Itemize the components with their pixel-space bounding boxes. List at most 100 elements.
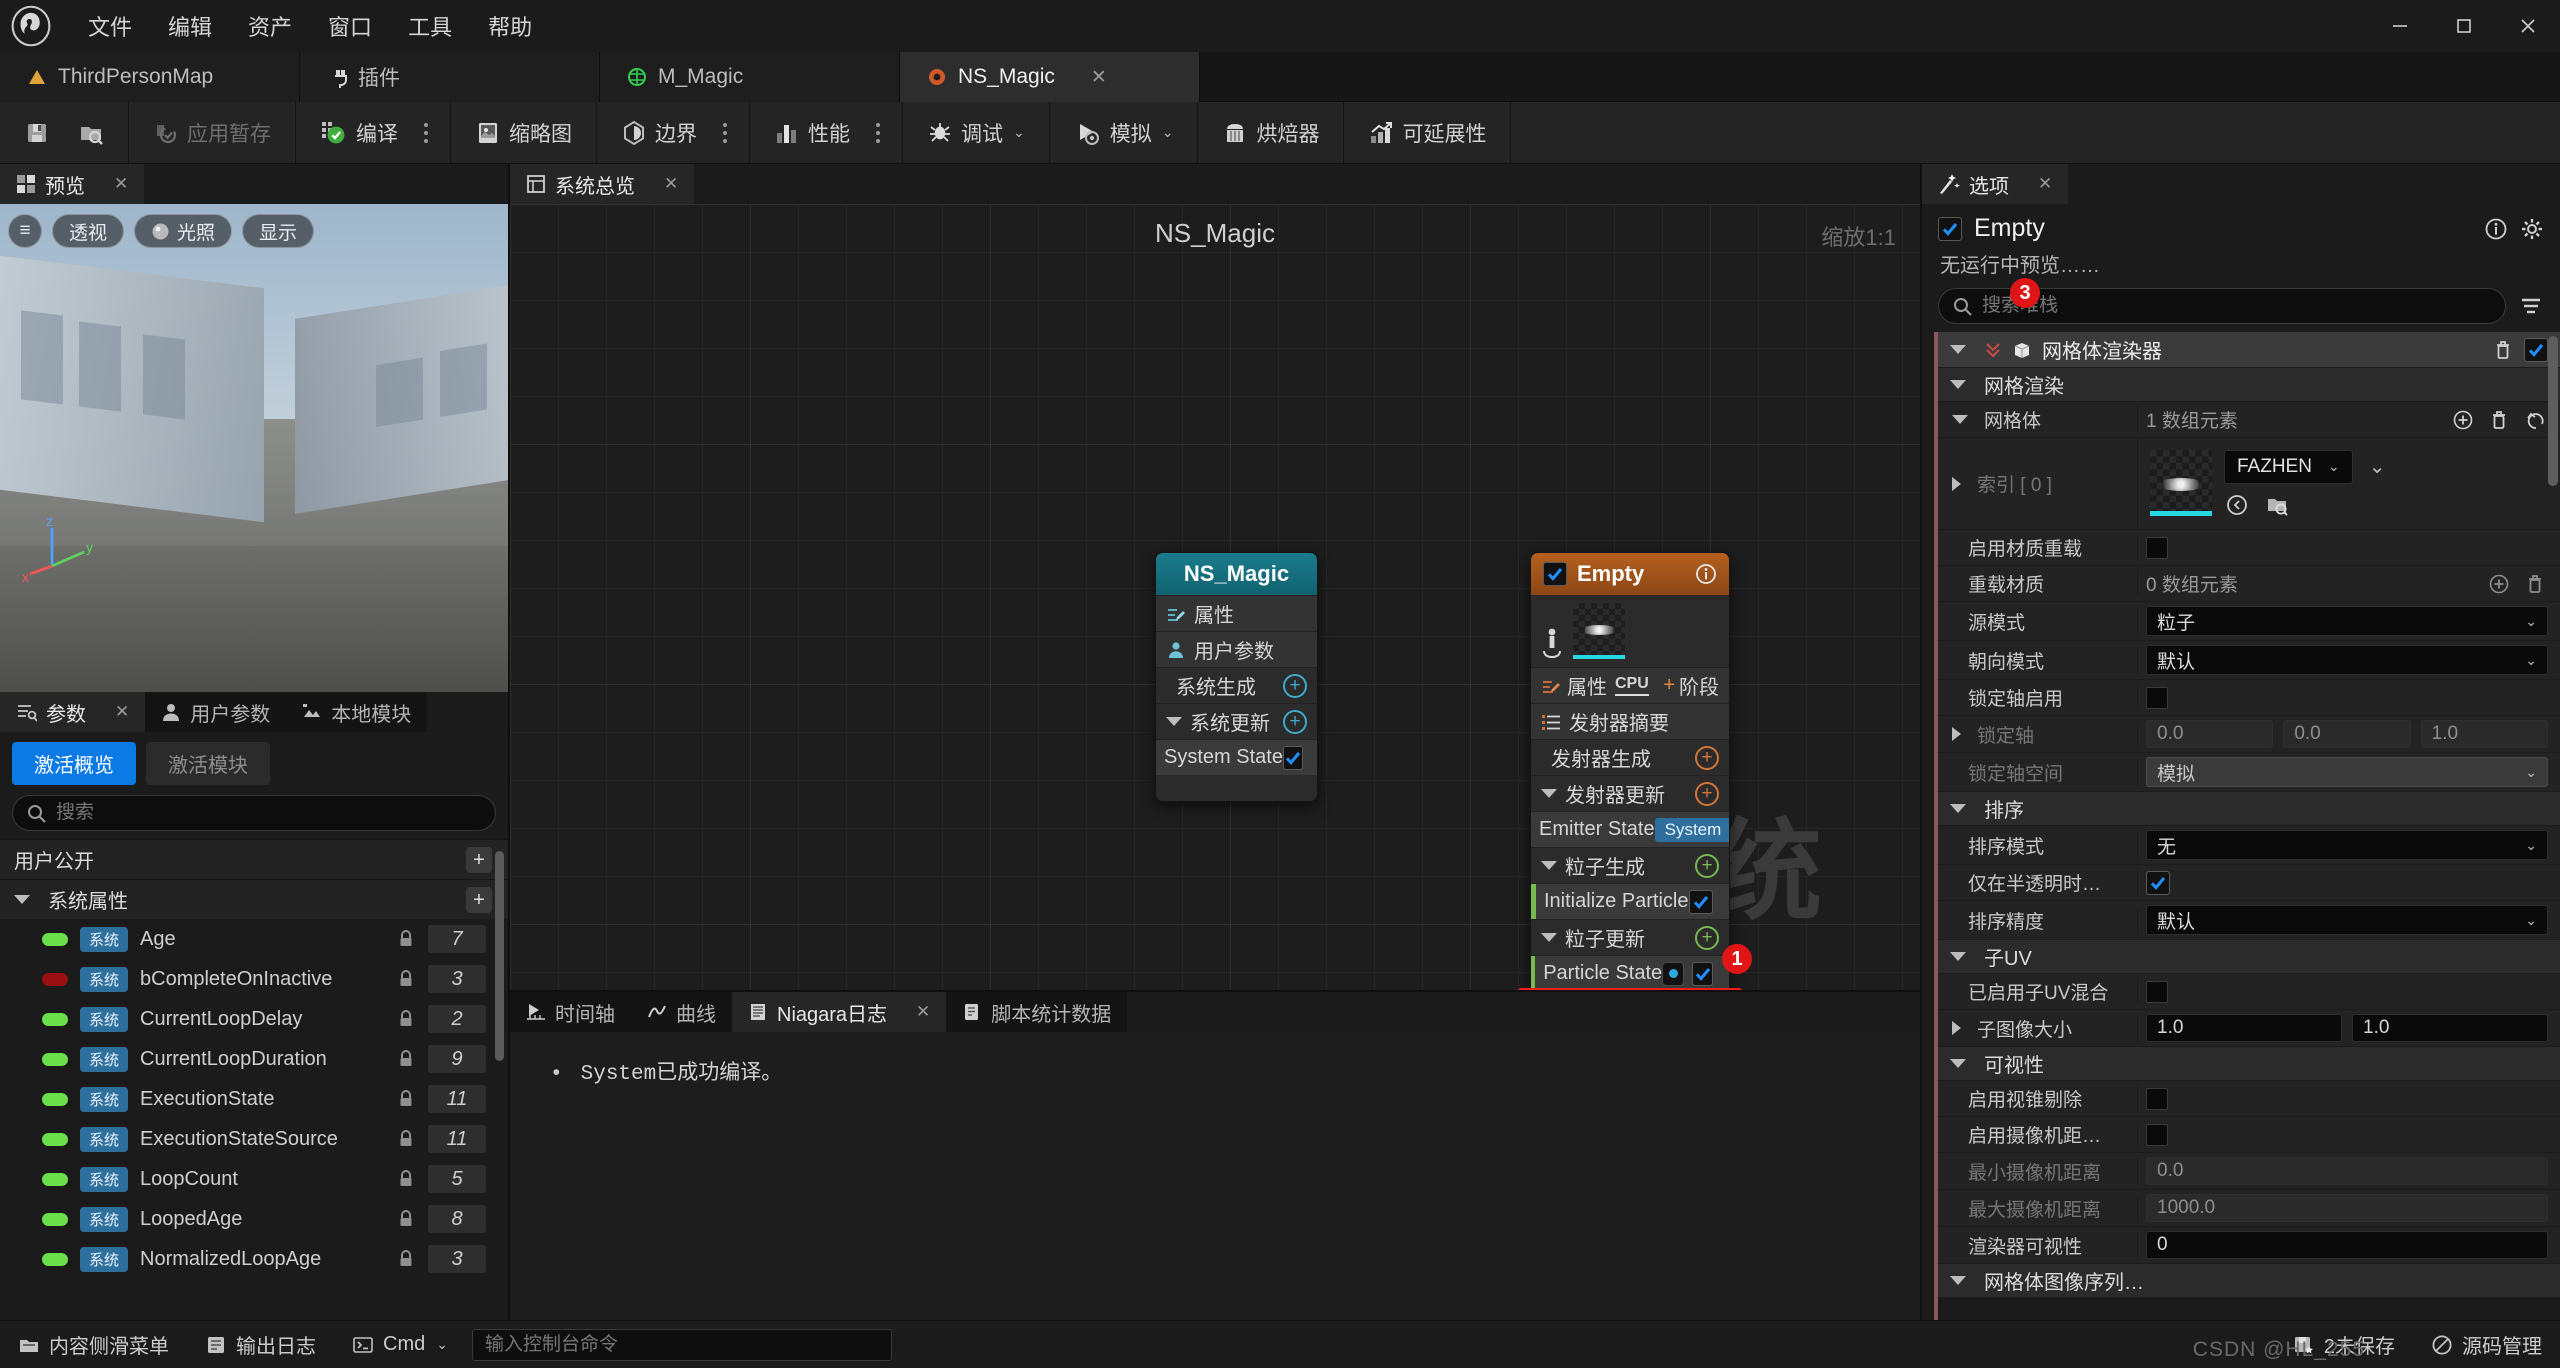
mode-activation-modules[interactable]: 激活模块 bbox=[146, 742, 270, 785]
parameter-row[interactable]: 系统 CurrentLoopDelay 2 bbox=[0, 999, 508, 1039]
viewport-menu-button[interactable]: ≡ bbox=[8, 214, 42, 248]
parameters-close-icon[interactable]: ✕ bbox=[115, 702, 129, 722]
parameter-row[interactable]: 系统 ExecutionStateSource 11 bbox=[0, 1119, 508, 1159]
options-scrollbar[interactable] bbox=[2548, 336, 2558, 486]
parameter-row[interactable]: 系统 bCompleteOnInactive 3 bbox=[0, 959, 508, 999]
parameter-row[interactable]: 系统 ExecutionState 11 bbox=[0, 1079, 508, 1119]
parameter-value[interactable]: 3 bbox=[428, 1245, 486, 1273]
parameters-search[interactable] bbox=[12, 795, 496, 831]
viewport-perspective-button[interactable]: 透视 bbox=[52, 214, 125, 248]
tab-curves[interactable]: 曲线 bbox=[631, 992, 732, 1032]
param-section-user-exposed[interactable]: 用户公开 + bbox=[0, 839, 508, 879]
sort-only-when-translucent-checkbox[interactable] bbox=[2146, 870, 2170, 895]
asset-tab-plugins[interactable]: 插件 bbox=[300, 52, 600, 102]
baker-button[interactable]: 烘焙器 bbox=[1208, 102, 1333, 163]
enable-camera-distance-culling-checkbox[interactable] bbox=[2146, 1123, 2168, 1146]
close-button[interactable] bbox=[2496, 0, 2560, 52]
asset-options-chevron-down-icon[interactable]: ⌄ bbox=[2369, 454, 2386, 479]
stack-category-sorting[interactable]: 排序 bbox=[1938, 792, 2560, 826]
stack-module-header-mesh-renderer[interactable]: 网格体渲染器 bbox=[1938, 332, 2560, 368]
preview-viewport[interactable]: ≡ 透视 光照 显示 z y x bbox=[0, 204, 508, 692]
system-overview-graph[interactable]: NS_Magic 缩放1:1 系统 NS_Magic 属性 bbox=[510, 204, 1920, 990]
parameter-value[interactable]: 5 bbox=[428, 1165, 486, 1193]
emitter-group-emitter-spawn[interactable]: 发射器生成 + bbox=[1531, 739, 1729, 775]
output-log-button[interactable]: 输出日志 bbox=[187, 1321, 334, 1368]
stack-category-sub-uv[interactable]: 子UV bbox=[1938, 940, 2560, 974]
parameter-value[interactable]: 11 bbox=[428, 1125, 486, 1153]
param-section-system-attributes[interactable]: 系统属性 + bbox=[0, 879, 508, 919]
emitter-group-emitter-update[interactable]: 发射器更新 + bbox=[1531, 775, 1729, 811]
console-command-input-wrap[interactable] bbox=[471, 1328, 892, 1361]
trash-icon[interactable] bbox=[2492, 339, 2514, 361]
parameter-value[interactable]: 9 bbox=[428, 1045, 486, 1073]
parameter-row[interactable]: 系统 NormalizedLoopAge 3 bbox=[0, 1239, 508, 1279]
add-icon[interactable] bbox=[2450, 407, 2476, 433]
emitter-node-summary-row[interactable]: 发射器摘要 bbox=[1531, 703, 1729, 739]
emitter-module-initialize-particle[interactable]: Initialize Particle bbox=[1531, 883, 1729, 919]
asset-tab-ns-magic[interactable]: NS_Magic ✕ bbox=[900, 52, 1200, 102]
sub-image-size-y-field[interactable]: 1.0 bbox=[2352, 1014, 2548, 1042]
asset-tab-thirdpersonmap[interactable]: ThirdPersonMap bbox=[0, 52, 300, 102]
stack-module-enabled-checkbox[interactable] bbox=[2524, 337, 2548, 362]
system-node-row-user-params[interactable]: 用户参数 bbox=[1156, 631, 1317, 667]
lock-axis-space-combo[interactable]: 模拟 ⌄ bbox=[2146, 757, 2548, 787]
emitter-thumbnail[interactable] bbox=[1573, 603, 1625, 659]
asset-tab-close-icon[interactable]: ✕ bbox=[1091, 66, 1107, 89]
chevron-right-icon[interactable] bbox=[1952, 1021, 1961, 1035]
system-node-module-system-state[interactable]: System State bbox=[1156, 739, 1317, 775]
selected-emitter-checkbox[interactable] bbox=[1938, 216, 1962, 241]
minimize-button[interactable] bbox=[2368, 0, 2432, 52]
browse-folder-icon[interactable] bbox=[2264, 492, 2290, 518]
console-command-input[interactable] bbox=[484, 1333, 879, 1356]
system-node-group-system-spawn[interactable]: 系统生成 + bbox=[1156, 667, 1317, 703]
reset-icon[interactable] bbox=[2522, 407, 2548, 433]
stack-search-input[interactable] bbox=[1982, 295, 2491, 317]
lock-axis-y-field[interactable]: 0.0 bbox=[2283, 720, 2411, 748]
sub-uv-blending-checkbox[interactable] bbox=[2146, 980, 2168, 1003]
parameter-row[interactable]: 系统 Age 7 bbox=[0, 919, 508, 959]
stack-category-mesh-rendering[interactable]: 网格渲染 bbox=[1938, 368, 2560, 402]
emitter-node-properties-row[interactable]: 属性 CPU + 阶段 bbox=[1531, 667, 1729, 703]
add-particle-update-module-button[interactable]: + bbox=[1695, 925, 1719, 950]
mode-activation-overview[interactable]: 激活概览 bbox=[12, 742, 136, 785]
lock-axis-enable-checkbox[interactable] bbox=[2146, 686, 2168, 709]
tab-timeline[interactable]: 时间轴 bbox=[510, 992, 631, 1032]
browse-button[interactable] bbox=[64, 102, 118, 163]
performance-options-button[interactable] bbox=[864, 102, 892, 163]
chevron-right-icon[interactable] bbox=[1952, 727, 1961, 741]
gear-icon[interactable] bbox=[2520, 217, 2544, 241]
tab-options[interactable]: 选项 ✕ bbox=[1922, 164, 2069, 204]
lock-axis-x-field[interactable]: 0.0 bbox=[2146, 720, 2274, 748]
add-particle-spawn-module-button[interactable]: + bbox=[1695, 853, 1719, 878]
emitter-module-emitter-state[interactable]: Emitter State System bbox=[1531, 811, 1729, 847]
source-control-button[interactable]: 源码管理 bbox=[2413, 1321, 2560, 1368]
parameter-value[interactable]: 11 bbox=[428, 1085, 486, 1113]
cmd-button[interactable]: Cmd ⌄ bbox=[334, 1321, 466, 1368]
debug-button[interactable]: 调试 ⌄ bbox=[913, 102, 1039, 163]
asset-tab-m-magic[interactable]: M_Magic bbox=[600, 52, 900, 102]
viewport-show-button[interactable]: 显示 bbox=[242, 214, 315, 248]
parameter-row[interactable]: 系统 LoopedAge 8 bbox=[0, 1199, 508, 1239]
use-selected-asset-icon[interactable] bbox=[2224, 492, 2250, 518]
source-mode-combo[interactable]: 粒子 ⌄ bbox=[2146, 606, 2548, 636]
mesh-asset-thumbnail[interactable] bbox=[2150, 449, 2212, 516]
system-node[interactable]: NS_Magic 属性 用户参数 系统生成 + 系统更新 + System St… bbox=[1155, 552, 1318, 802]
bounds-options-button[interactable] bbox=[711, 102, 739, 163]
bounds-button[interactable]: 边界 bbox=[607, 102, 711, 163]
parameter-row[interactable]: 系统 LoopCount 5 bbox=[0, 1159, 508, 1199]
sort-precision-combo[interactable]: 默认 ⌄ bbox=[2146, 905, 2548, 935]
info-icon[interactable] bbox=[1695, 563, 1717, 585]
tab-user-parameters[interactable]: 用户参数 bbox=[145, 692, 287, 732]
preview-close-icon[interactable]: ✕ bbox=[114, 174, 128, 194]
tab-parameters[interactable]: 参数 ✕ bbox=[0, 692, 146, 732]
trash-icon[interactable] bbox=[2522, 571, 2548, 597]
filter-icon[interactable] bbox=[2518, 293, 2544, 319]
tab-niagara-log[interactable]: Niagara日志 ✕ bbox=[732, 992, 947, 1032]
add-stage-icon[interactable]: + bbox=[1663, 674, 1675, 697]
renderer-visibility-field[interactable]: 0 bbox=[2146, 1231, 2548, 1259]
parameters-scrollbar[interactable] bbox=[495, 851, 504, 1061]
sort-mode-combo[interactable]: 无 ⌄ bbox=[2146, 830, 2548, 860]
emitter-stage-label[interactable]: 阶段 bbox=[1679, 671, 1719, 700]
parameter-value[interactable]: 7 bbox=[428, 925, 486, 953]
maximize-button[interactable] bbox=[2432, 0, 2496, 52]
